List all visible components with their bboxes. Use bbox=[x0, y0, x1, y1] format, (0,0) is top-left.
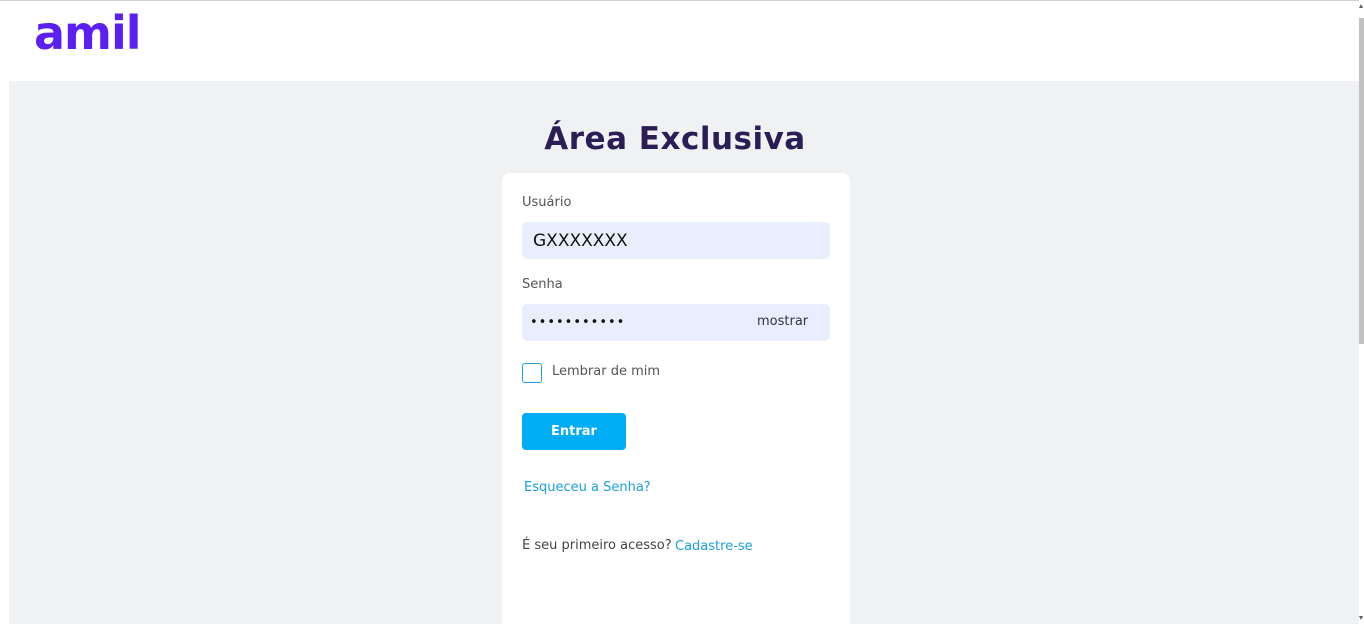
scroll-down-arrow-icon[interactable] bbox=[1359, 616, 1363, 620]
main-content: Área Exclusiva Usuário Senha •••••••••••… bbox=[9, 81, 1359, 643]
username-input[interactable] bbox=[522, 222, 830, 259]
amil-logo[interactable]: amil bbox=[34, 10, 142, 56]
page-title: Área Exclusiva bbox=[544, 121, 806, 157]
remember-me-label[interactable]: Lembrar de mim bbox=[552, 364, 660, 379]
login-card: Usuário Senha ••••••••••• mostrar Lembra… bbox=[502, 173, 850, 643]
first-access-text: É seu primeiro acesso? bbox=[522, 538, 672, 553]
signup-link[interactable]: Cadastre-se bbox=[675, 539, 753, 554]
login-button[interactable]: Entrar bbox=[522, 413, 626, 450]
forgot-password-link[interactable]: Esqueceu a Senha? bbox=[524, 480, 651, 495]
page-scrollbar[interactable] bbox=[1359, 0, 1364, 624]
show-password-toggle[interactable]: mostrar bbox=[757, 314, 808, 329]
remember-me-checkbox[interactable] bbox=[522, 363, 542, 383]
scroll-up-arrow-icon[interactable] bbox=[1359, 4, 1363, 8]
username-label: Usuário bbox=[522, 195, 572, 210]
site-header: amil bbox=[9, 1, 1359, 81]
scroll-thumb[interactable] bbox=[1359, 18, 1364, 344]
left-edge bbox=[0, 1, 9, 624]
password-label: Senha bbox=[522, 277, 563, 292]
